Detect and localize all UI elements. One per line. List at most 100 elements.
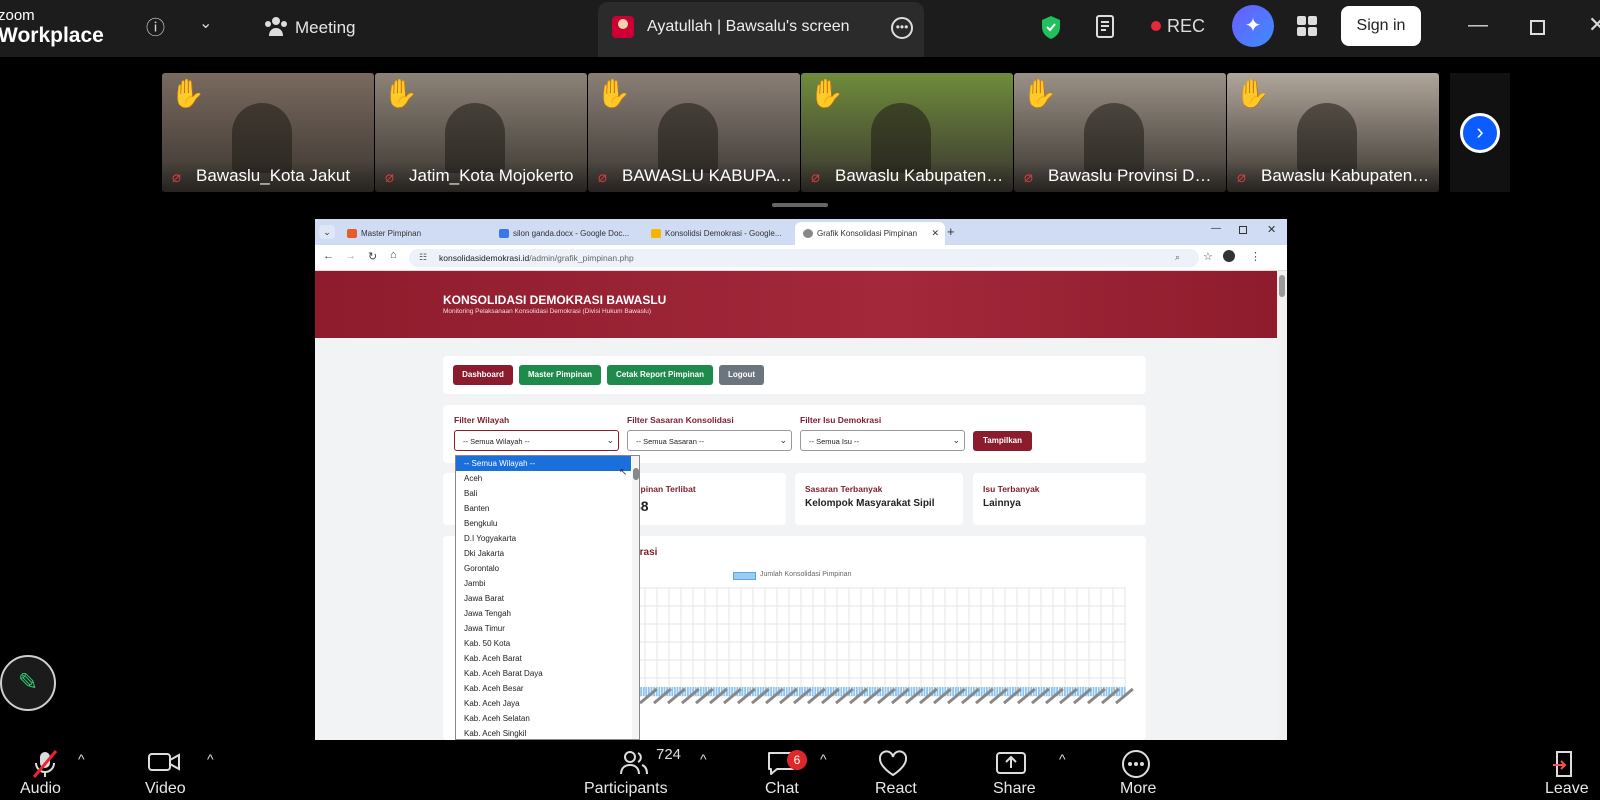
shield-icon[interactable] — [1040, 15, 1062, 45]
recording-label[interactable]: REC — [1167, 16, 1205, 37]
dropdown-option[interactable]: Jawa Barat — [456, 591, 631, 606]
participants-button[interactable]: 724 Participants — [584, 743, 690, 800]
tampilkan-button[interactable]: Tampilkan — [973, 431, 1032, 451]
dropdown-option[interactable]: Kab. Aceh Barat Daya — [456, 666, 631, 681]
chevron-down-icon[interactable]: ⌄ — [199, 13, 212, 33]
logout-button[interactable]: Logout — [719, 365, 764, 385]
share-options-caret-icon[interactable]: ^ — [1059, 751, 1066, 767]
drag-handle[interactable] — [772, 203, 828, 207]
filter-isu-value: -- Semua Isu -- — [809, 437, 860, 446]
apps-icon[interactable] — [1296, 15, 1318, 42]
leave-button[interactable]: Leave — [1543, 743, 1600, 800]
page-scrollbar[interactable] — [1277, 271, 1287, 740]
info-icon[interactable]: ⓘ — [146, 13, 165, 40]
notes-icon[interactable] — [1095, 14, 1119, 45]
participant-tile[interactable]: ✋⌀Bawaslu Kabupaten_K... — [1227, 73, 1439, 192]
forward-icon[interactable]: → — [345, 250, 356, 262]
dropdown-option[interactable]: Jawa Tengah — [456, 606, 631, 621]
participant-tile[interactable]: ✋⌀Bawaslu Kabupaten_N... — [801, 73, 1013, 192]
chart-bar — [866, 687, 869, 696]
filter-wilayah-select[interactable]: -- Semua Wilayah -- ⌄ — [454, 430, 619, 451]
dropdown-option[interactable]: Banten — [456, 501, 631, 516]
tab-close-icon[interactable]: ✕ — [931, 228, 939, 239]
wilayah-dropdown-list[interactable]: -- Semua Wilayah -- Aceh Bali Banten Bengkul… — [455, 455, 640, 740]
browser-tab[interactable]: Master Pimpinan — [339, 222, 489, 245]
dropdown-option[interactable]: Jambi — [456, 576, 631, 591]
participant-tile[interactable]: ✋⌀BAWASLU KABUPATEN... — [588, 73, 800, 192]
react-button[interactable]: React — [875, 743, 935, 800]
filter-sasaran-select[interactable]: -- Semua Sasaran -- ⌄ — [627, 430, 792, 451]
chart-bar — [1009, 687, 1012, 696]
dropdown-option[interactable]: Dki Jakarta — [456, 546, 631, 561]
dropdown-option[interactable]: Kab. Aceh Singkil — [456, 726, 631, 739]
close-icon[interactable]: ✕ — [1588, 12, 1600, 38]
dropdown-option[interactable]: Kab. Aceh Selatan — [456, 711, 631, 726]
dashboard-button[interactable]: Dashboard — [453, 365, 513, 385]
bookmark-star-icon[interactable]: ☆ — [1203, 250, 1213, 263]
video-options-caret-icon[interactable]: ^ — [207, 751, 214, 767]
ai-companion-icon[interactable]: ✦ — [1232, 5, 1274, 47]
profile-avatar[interactable] — [1223, 250, 1235, 262]
dropdown-option[interactable]: D.I Yogyakarta — [456, 531, 631, 546]
meeting-label[interactable]: Meeting — [295, 18, 355, 38]
page-scroll-thumb[interactable] — [1279, 275, 1285, 297]
leave-label: Leave — [1545, 780, 1589, 797]
audio-button[interactable]: Audio — [18, 743, 78, 800]
chart-bar — [757, 687, 759, 696]
window-close-icon[interactable]: ✕ — [1267, 223, 1276, 236]
annotate-pencil-button[interactable]: ✎ — [0, 655, 56, 711]
participant-tile[interactable]: ✋⌀Bawaslu Provinsi DKI J... — [1014, 73, 1226, 192]
chart-bar — [923, 687, 926, 696]
participants-options-caret-icon[interactable]: ^ — [700, 751, 707, 767]
dropdown-option[interactable]: Aceh — [456, 471, 631, 486]
minimize-icon[interactable]: — — [1468, 14, 1488, 37]
chart-bar — [908, 687, 910, 696]
window-minimize-icon[interactable]: — — [1211, 223, 1221, 234]
dropdown-option[interactable]: Gorontalo — [456, 561, 631, 576]
participant-tile[interactable]: ✋⌀Bawaslu_Kota Jakut — [162, 73, 374, 192]
site-info-icon[interactable]: ☷ — [419, 252, 427, 263]
zoom-top-bar: zoom Workplace ⓘ ⌄ Meeting Ayatullah | B… — [0, 0, 1600, 57]
dropdown-option[interactable]: Jawa Timur — [456, 621, 631, 636]
home-icon[interactable]: ⌂ — [390, 249, 397, 261]
dropdown-option[interactable]: Kab. Aceh Besar — [456, 681, 631, 696]
browser-tab[interactable]: Konsolidsi Demokrasi - Google... — [643, 222, 793, 245]
browser-menu-icon[interactable]: ⋮ — [1250, 250, 1261, 263]
sign-in-button[interactable]: Sign in — [1341, 6, 1421, 46]
zoom-search-icon[interactable]: ⌕ — [1175, 252, 1180, 263]
chat-options-caret-icon[interactable]: ^ — [820, 751, 827, 767]
reload-icon[interactable]: ↻ — [368, 250, 377, 263]
browser-tab-active[interactable]: Grafik Konsolidasi Pimpinan ✕ — [795, 222, 945, 245]
share-button[interactable]: Share — [993, 743, 1053, 800]
more-button[interactable]: More — [1120, 743, 1180, 800]
dropdown-option[interactable]: -- Semua Wilayah -- — [456, 456, 631, 471]
browser-tab[interactable]: silon ganda.docx - Google Doc... — [491, 222, 641, 245]
stat-sasaran-title: Sasaran Terbanyak — [805, 484, 883, 494]
new-tab-icon[interactable]: + — [947, 224, 955, 239]
chart-bar — [1064, 687, 1066, 696]
filter-isu-select[interactable]: -- Semua Isu -- ⌄ — [800, 430, 965, 451]
dropdown-scroll-thumb[interactable] — [633, 468, 639, 480]
dropdown-option[interactable]: Kab. 50 Kota — [456, 636, 631, 651]
back-icon[interactable]: ← — [323, 250, 334, 262]
next-page-button[interactable]: › — [1460, 113, 1500, 153]
participants-count: 724 — [656, 746, 682, 763]
dropdown-option[interactable]: Kab. Aceh Jaya — [456, 696, 631, 711]
video-button[interactable]: Video — [145, 743, 205, 800]
participant-tile[interactable]: ✋⌀Jatim_Kota Mojokerto — [375, 73, 587, 192]
window-maximize-icon[interactable] — [1239, 226, 1247, 234]
chevron-down-icon: ⌄ — [779, 435, 787, 445]
dropdown-scrollbar[interactable] — [632, 456, 639, 739]
dropdown-option[interactable]: Kab. Aceh Barat — [456, 651, 631, 666]
chart-bar — [658, 687, 661, 696]
tab-search-icon[interactable]: ⌄ — [319, 225, 335, 239]
dropdown-option[interactable]: Bengkulu — [456, 516, 631, 531]
maximize-icon[interactable] — [1530, 20, 1545, 35]
cetak-report-button[interactable]: Cetak Report Pimpinan — [607, 365, 713, 385]
more-options-icon[interactable]: ••• — [891, 17, 913, 39]
master-pimpinan-button[interactable]: Master Pimpinan — [519, 365, 601, 385]
chart-bar — [1035, 687, 1038, 696]
url-field[interactable]: ☷ konsolidasidemokrasi.id/admin/grafik_p… — [409, 249, 1199, 267]
dropdown-option[interactable]: Bali — [456, 486, 631, 501]
audio-options-caret-icon[interactable]: ^ — [78, 751, 85, 767]
